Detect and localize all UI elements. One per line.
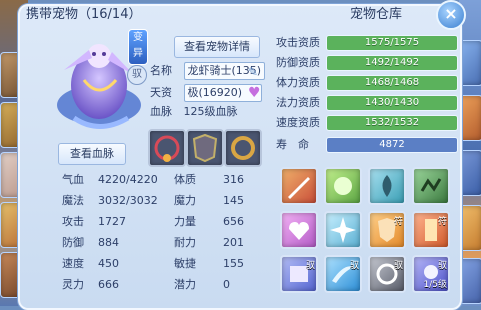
stat-label: 攻击: [62, 215, 84, 228]
skill-slot[interactable]: 驭: [324, 255, 362, 293]
skill-slot[interactable]: 驭: [368, 255, 406, 293]
stat-value: 450: [98, 257, 119, 270]
burst-icon: [330, 217, 356, 243]
ride-badge: 驭: [127, 65, 147, 85]
stat-value: 201: [223, 236, 244, 249]
equipment-slot-armor[interactable]: [186, 129, 224, 167]
pet-info-panel: 携带宠物（16/14） 宠物仓库 变异 驭 查看宠物详情 名称 龙虾骑士(135…: [18, 4, 462, 310]
stat-label: 速度: [62, 257, 84, 270]
life-bar: 4872: [326, 137, 458, 153]
aptitude-label: 天资: [150, 86, 172, 99]
heart-skill-icon: [289, 222, 309, 240]
pet-bloodline-row: 血脉 125级血脉: [150, 104, 238, 120]
stat-label: 耐力: [174, 236, 196, 249]
yu-tag: 驭: [305, 261, 315, 271]
skill-slot[interactable]: [280, 167, 318, 205]
variant-badge: 变异: [128, 29, 148, 65]
pet-warehouse-tab[interactable]: 宠物仓库: [350, 6, 430, 24]
stat-value: 4220/4220: [98, 173, 158, 186]
leaf-icon: [334, 177, 352, 195]
heart-icon[interactable]: ♥: [248, 86, 262, 100]
skill-slot[interactable]: [368, 167, 406, 205]
stat-row: 魔法 3032/3032 魔力 145: [62, 190, 290, 211]
stat-row: 防御 884 耐力 201: [62, 232, 290, 253]
rename-pencil-icon[interactable]: ✎: [248, 65, 262, 79]
aptitude-bar: 1430/1430: [326, 95, 458, 111]
armor-icon: [192, 133, 218, 163]
aptitude-label: 攻击资质: [276, 36, 320, 49]
stat-label: 魔力: [174, 194, 196, 207]
fu-tag: 符: [393, 217, 403, 227]
pet-aptitude-row: 天资 极(16920): [150, 84, 262, 102]
aptitude-bar: 1532/1532: [326, 115, 458, 131]
bracelet-icon: [231, 136, 255, 160]
view-bloodline-button[interactable]: 查看血脉: [58, 143, 126, 165]
life-label: 寿 命: [276, 138, 309, 151]
skill-grid: 符 符 驭 驭 驭 驭 1/5级: [280, 167, 460, 307]
stat-label: 气血: [62, 173, 84, 186]
yu-tag: 驭: [393, 261, 403, 271]
skill-slot[interactable]: 驭: [280, 255, 318, 293]
skill-slot[interactable]: 符: [368, 211, 406, 249]
spirit-icon: [382, 175, 392, 197]
stat-value: 316: [223, 173, 244, 186]
aptitude-label: 法力资质: [276, 96, 320, 109]
skill-slot[interactable]: 驭 1/5级: [412, 255, 450, 293]
equipment-slot-necklace[interactable]: [148, 129, 186, 167]
yu-tag: 驭: [349, 261, 359, 271]
stat-label: 魔法: [62, 194, 84, 207]
aptitude-row: 攻击资质 1575/1575: [276, 34, 458, 51]
aptitude-row: 体力资质 1468/1468: [276, 74, 458, 91]
equipment-slot-bracelet[interactable]: [224, 129, 262, 167]
beast-icon: [420, 178, 442, 192]
stat-label: 防御: [62, 236, 84, 249]
necklace-icon: [154, 135, 180, 162]
aptitude-label: 防御资质: [276, 56, 320, 69]
stat-value: 884: [98, 236, 119, 249]
aptitude-bar: 1575/1575: [326, 35, 458, 51]
stat-label: 灵力: [62, 278, 84, 291]
bloodline-value: 125级血脉: [183, 105, 238, 118]
stat-row: 气血 4220/4220 体质 316: [62, 169, 290, 190]
carry-pets-tab[interactable]: 携带宠物（16/14）: [26, 6, 148, 24]
skill-slot[interactable]: [280, 211, 318, 249]
stat-label: 敏捷: [174, 257, 196, 270]
stat-row: 速度 450 敏捷 155: [62, 253, 290, 274]
stat-row: 攻击 1727 力量 656: [62, 211, 290, 232]
skill-slot[interactable]: [324, 211, 362, 249]
aptitude-bar: 1492/1492: [326, 55, 458, 71]
aptitude-bar: 1468/1468: [326, 75, 458, 91]
stat-value: 3032/3032: [98, 194, 158, 207]
stat-value: 0: [223, 278, 230, 291]
sword-icon: [288, 177, 310, 199]
life-row: 寿 命 4872: [276, 136, 458, 153]
stat-value: 1727: [98, 215, 126, 228]
skill-slot[interactable]: [412, 167, 450, 205]
stat-value: 666: [98, 278, 119, 291]
aptitude-label: 速度资质: [276, 116, 320, 129]
aptitude-row: 法力资质 1430/1430: [276, 94, 458, 111]
stat-label: 力量: [174, 215, 196, 228]
aptitude-label: 体力资质: [276, 76, 320, 89]
skill-level: 1/5级: [423, 280, 448, 290]
skill-slot[interactable]: [324, 167, 362, 205]
stat-value: 155: [223, 257, 244, 270]
stat-label: 潜力: [174, 278, 196, 291]
fu-tag: 符: [437, 217, 447, 227]
name-label: 名称: [150, 64, 172, 77]
stat-value: 145: [223, 194, 244, 207]
view-pet-details-button[interactable]: 查看宠物详情: [174, 36, 260, 58]
yu-tag: 驭: [437, 261, 447, 271]
skill-slot[interactable]: 符: [412, 211, 450, 249]
aptitude-row: 速度资质 1532/1532: [276, 114, 458, 131]
stat-value: 656: [223, 215, 244, 228]
aptitude-row: 防御资质 1492/1492: [276, 54, 458, 71]
stat-label: 体质: [174, 173, 196, 186]
bloodline-label: 血脉: [150, 105, 172, 118]
close-button[interactable]: ×: [436, 0, 466, 30]
stat-row: 灵力 666 潜力 0: [62, 274, 290, 295]
